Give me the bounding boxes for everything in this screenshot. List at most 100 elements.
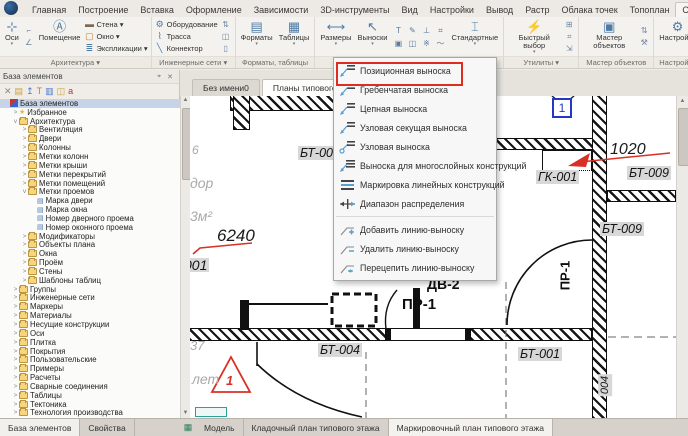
sheet-tab-2[interactable]: Маркировочный план типового этажа bbox=[389, 419, 553, 436]
menu-item-5[interactable]: Выноска для многослойных конструкций bbox=[334, 156, 496, 175]
canvas-scrollbar[interactable]: ▲ bbox=[676, 96, 688, 418]
expand-icon[interactable]: > bbox=[12, 356, 19, 363]
menu-item-7[interactable]: Диапазон распределения bbox=[334, 194, 496, 213]
ribbon-tab-5[interactable]: 3D-инструменты bbox=[314, 3, 395, 17]
section-mark-icon[interactable]: ⌗ bbox=[433, 24, 447, 37]
expand-icon[interactable]: > bbox=[21, 162, 28, 169]
menu-item-10[interactable]: Перецепить линию-выноску bbox=[334, 258, 496, 277]
tree-item-26[interactable]: >Оси bbox=[0, 329, 180, 338]
tree-item-25[interactable]: >Несущие конструкции bbox=[0, 320, 180, 329]
view-frame-icon[interactable]: ▣ bbox=[391, 37, 405, 50]
tree-item-0[interactable]: База элементов bbox=[0, 99, 180, 108]
ribbon-tab-4[interactable]: Зависимости bbox=[248, 3, 315, 17]
expand-icon[interactable]: > bbox=[21, 259, 28, 266]
panel-tab-1[interactable]: Свойства bbox=[80, 419, 134, 436]
panel-tab-0[interactable]: База элементов bbox=[0, 419, 80, 436]
tree-item-1[interactable]: >★Избранное bbox=[0, 108, 180, 117]
net-node-icon[interactable]: ◫ bbox=[220, 31, 232, 42]
ribbon-tab-10[interactable]: Облака точек bbox=[556, 3, 624, 17]
tree-item-2[interactable]: vАрхитектура bbox=[0, 117, 180, 126]
expand-icon[interactable]: > bbox=[21, 135, 28, 142]
expand-icon[interactable]: > bbox=[21, 241, 28, 248]
object-wizard-button[interactable]: ▣Мастер объектов bbox=[581, 18, 637, 55]
explication-button[interactable]: ≣Экспликации▾ bbox=[84, 43, 147, 55]
ribbon-tab-12[interactable]: СПДС bbox=[675, 2, 688, 17]
tree-item-3[interactable]: >Вентиляция bbox=[0, 126, 180, 135]
wall-button[interactable]: ▬Стена▾ bbox=[84, 18, 147, 30]
menu-item-8[interactable]: Добавить линию-выноску bbox=[334, 220, 496, 239]
formats-button[interactable]: ▤Форматы▾ bbox=[238, 18, 276, 55]
expand-icon[interactable]: > bbox=[12, 374, 19, 381]
expand-icon[interactable]: > bbox=[21, 180, 28, 187]
tree-item-14[interactable]: ▤Номер оконного проема bbox=[0, 223, 180, 232]
break-line-icon[interactable]: ◫ bbox=[405, 37, 419, 50]
net-split-icon[interactable]: ▯ bbox=[220, 43, 232, 54]
tree-item-28[interactable]: >Покрытия bbox=[0, 347, 180, 356]
folder-up-icon[interactable]: ◫ bbox=[57, 85, 66, 98]
tree-item-7[interactable]: >Метки крыши bbox=[0, 161, 180, 170]
ribbon-tab-2[interactable]: Вставка bbox=[134, 3, 179, 17]
dimensions-button[interactable]: ⟷Размеры▾ bbox=[317, 18, 354, 55]
delete-icon[interactable]: ✕ bbox=[4, 85, 12, 98]
tree-item-5[interactable]: >Колонны bbox=[0, 143, 180, 152]
tree-item-16[interactable]: >Объекты плана bbox=[0, 241, 180, 250]
preview-icon[interactable]: ▥ bbox=[45, 85, 54, 98]
ribbon-tab-0[interactable]: Главная bbox=[26, 3, 72, 17]
open-folder-icon[interactable]: ▤ bbox=[15, 85, 24, 98]
equipment-button[interactable]: ⚙Оборудование bbox=[155, 18, 218, 30]
tree-item-24[interactable]: >Материалы bbox=[0, 311, 180, 320]
tree-item-13[interactable]: ▤Номер дверного проема bbox=[0, 214, 180, 223]
ribbon-tab-6[interactable]: Вид bbox=[396, 3, 424, 17]
ribbon-tab-9[interactable]: Растр bbox=[519, 3, 555, 17]
expand-icon[interactable]: > bbox=[12, 330, 19, 337]
menu-item-6[interactable]: Маркировка линейных конструкций bbox=[334, 175, 496, 194]
report-icon[interactable]: a bbox=[68, 85, 73, 98]
text-style-icon[interactable]: T bbox=[391, 24, 405, 37]
tree-item-11[interactable]: ▤Марка двери bbox=[0, 196, 180, 205]
expand-icon[interactable]: > bbox=[12, 286, 19, 293]
tree-item-15[interactable]: >Модификаторы bbox=[0, 232, 180, 241]
tree-item-10[interactable]: vМетки проемов bbox=[0, 187, 180, 196]
collapse-icon[interactable]: v bbox=[21, 188, 28, 195]
close-icon[interactable]: ✕ bbox=[164, 73, 176, 81]
window-button[interactable]: ▢Окно▾ bbox=[84, 30, 147, 42]
menu-item-9[interactable]: Удалить линию-выноску bbox=[334, 239, 496, 258]
sheet-tab-0[interactable]: Модель bbox=[196, 419, 244, 436]
tree-item-23[interactable]: >Маркеры bbox=[0, 302, 180, 311]
tools-icon[interactable]: ⚒ bbox=[638, 37, 650, 48]
ribbon-tab-7[interactable]: Настройки bbox=[424, 3, 480, 17]
panel-scrollbar[interactable]: ▲ ▼ bbox=[180, 96, 190, 418]
expand-icon[interactable]: > bbox=[12, 365, 19, 372]
edit-text-icon[interactable]: ✎ bbox=[405, 24, 419, 37]
update-icon[interactable]: ⇲ bbox=[563, 43, 575, 54]
net-up-icon[interactable]: ⇅ bbox=[220, 19, 232, 30]
special-sign-icon[interactable]: ※ bbox=[419, 37, 433, 50]
sheet-list-icon[interactable]: ▦ bbox=[180, 419, 196, 436]
expand-icon[interactable]: > bbox=[21, 250, 28, 257]
settings-button[interactable]: ⚙Настройки bbox=[656, 18, 688, 55]
expand-icon[interactable]: > bbox=[21, 277, 28, 284]
expand-icon[interactable]: > bbox=[12, 321, 19, 328]
import-icon[interactable]: ↥ bbox=[26, 85, 34, 98]
route-button[interactable]: ⌇Трасса bbox=[155, 30, 218, 42]
axes-button[interactable]: ⊹Оси▾ bbox=[2, 18, 22, 55]
scrollbar-thumb[interactable] bbox=[678, 108, 688, 166]
tree-item-29[interactable]: >Пользовательские bbox=[0, 355, 180, 364]
menu-item-2[interactable]: Цепная выноска bbox=[334, 99, 496, 118]
tree-item-4[interactable]: >Двери bbox=[0, 134, 180, 143]
tree-item-30[interactable]: >Примеры bbox=[0, 364, 180, 373]
tree-item-27[interactable]: >Плитка bbox=[0, 338, 180, 347]
ribbon-tab-3[interactable]: Оформление bbox=[180, 3, 248, 17]
weld-sign-icon[interactable]: 〜 bbox=[433, 37, 447, 50]
expand-icon[interactable]: > bbox=[21, 144, 28, 151]
tree-item-19[interactable]: >Стены bbox=[0, 267, 180, 276]
expand-icon[interactable]: > bbox=[21, 126, 28, 133]
tree-item-22[interactable]: >Инженерные сети bbox=[0, 294, 180, 303]
expand-icon[interactable]: > bbox=[12, 109, 19, 116]
ribbon-tab-8[interactable]: Вывод bbox=[480, 3, 519, 17]
tree-item-33[interactable]: >Таблицы bbox=[0, 391, 180, 400]
ribbon-tab-11[interactable]: Топоплан bbox=[624, 3, 676, 17]
expand-icon[interactable]: > bbox=[12, 339, 19, 346]
expand-icon[interactable]: > bbox=[12, 392, 19, 399]
quick-select-button[interactable]: ⚡Быстрый выбор▾ bbox=[506, 18, 562, 55]
